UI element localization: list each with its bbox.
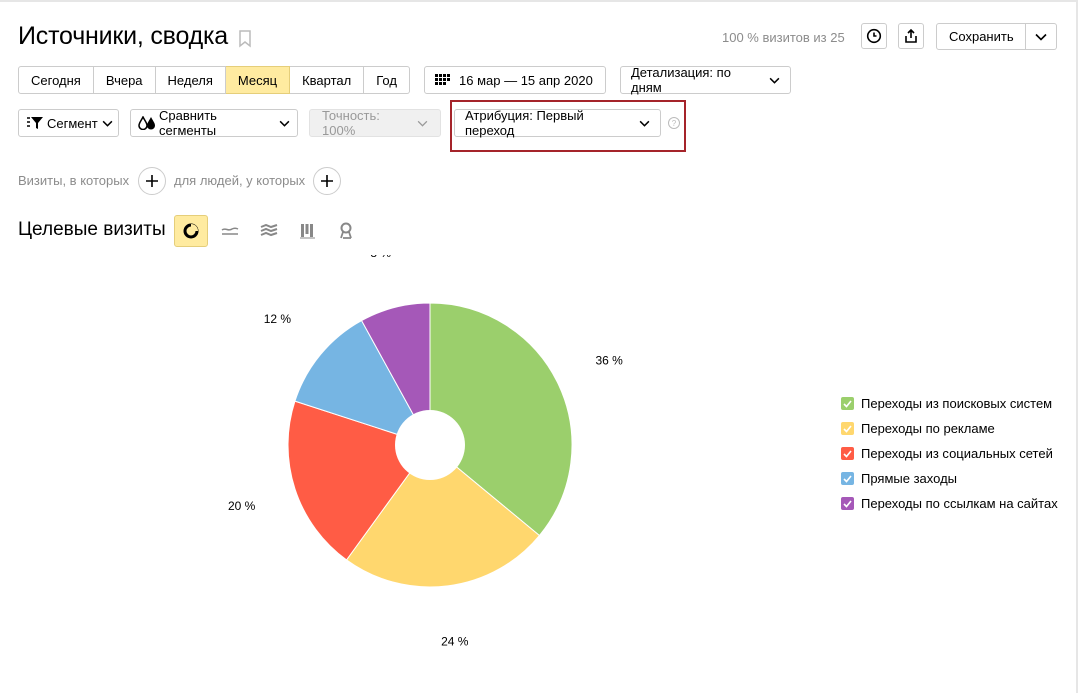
pie-chart-view-button[interactable]	[174, 215, 208, 247]
line-chart-icon	[221, 227, 239, 235]
pie-label-3: 12 %	[264, 312, 292, 326]
detail-dropdown[interactable]: Детализация: по дням	[620, 65, 791, 95]
segment-label: Сегмент	[47, 115, 98, 131]
checkbox-icon[interactable]	[841, 472, 854, 485]
checkbox-icon[interactable]	[841, 422, 854, 435]
visits-info: 100 % визитов из 25	[722, 30, 845, 45]
date-range-button[interactable]: 16 мар — 15 апр 2020	[424, 66, 606, 94]
people-filter-label: для людей, у которых	[174, 173, 306, 188]
pie-label-4: 8 %	[370, 255, 391, 260]
segment-button[interactable]: Сегмент	[18, 109, 119, 137]
legend-item-1[interactable]: Переходы по рекламе	[841, 416, 1058, 441]
drops-icon	[138, 116, 155, 130]
period-4-button[interactable]: Квартал	[290, 66, 365, 94]
period-3-button[interactable]: Месяц	[225, 66, 291, 94]
compare-segments-button[interactable]: Сравнить сегменты	[130, 108, 298, 138]
legend-item-0[interactable]: Переходы из поисковых систем	[841, 391, 1058, 416]
chevron-down-icon	[417, 120, 428, 127]
top-border	[0, 0, 1078, 2]
accuracy-label: Точность: 100%	[322, 108, 380, 138]
area-chart-view-button[interactable]	[252, 215, 286, 247]
calendar-icon	[435, 74, 450, 85]
detail-label: Детализация: по дням	[631, 65, 731, 95]
legend-label: Переходы из социальных сетей	[861, 446, 1053, 461]
legend-label: Переходы по ссылкам на сайтах	[861, 496, 1058, 511]
bar-chart-icon	[300, 224, 315, 239]
page-title: Источники, сводка	[18, 22, 229, 50]
date-range-label: 16 мар — 15 апр 2020	[459, 72, 593, 88]
share-icon	[905, 28, 917, 43]
period-selector: Сегодня Вчера Неделя Месяц Квартал Год	[18, 66, 410, 94]
map-view-button[interactable]	[330, 215, 364, 247]
chevron-down-icon	[279, 120, 290, 127]
pie-label-1: 24 %	[441, 634, 469, 648]
visits-filter-label: Визиты, в которых	[18, 173, 130, 188]
add-visits-condition-button[interactable]	[138, 167, 166, 195]
compare-segments-label: Сравнить сегменты	[159, 108, 217, 138]
period-2-button[interactable]: Неделя	[155, 66, 226, 94]
legend-item-3[interactable]: Прямые заходы	[841, 466, 1058, 491]
checkbox-icon[interactable]	[841, 447, 854, 460]
legend-item-4[interactable]: Переходы по ссылкам на сайтах	[841, 491, 1058, 516]
period-1-button[interactable]: Вчера	[93, 66, 156, 94]
map-pin-icon	[340, 222, 352, 239]
legend-item-2[interactable]: Переходы из социальных сетей	[841, 441, 1058, 466]
clock-icon	[866, 28, 882, 44]
save-group: Сохранить	[936, 23, 1057, 50]
history-button[interactable]	[861, 23, 887, 49]
bookmark-icon[interactable]	[238, 30, 252, 48]
checkbox-icon[interactable]	[841, 397, 854, 410]
plus-icon	[146, 175, 158, 187]
filter-icon	[27, 117, 43, 129]
save-button[interactable]: Сохранить	[936, 23, 1026, 50]
pie-label-0: 36 %	[595, 354, 623, 368]
add-people-condition-button[interactable]	[313, 167, 341, 195]
checkbox-icon[interactable]	[841, 497, 854, 510]
line-chart-view-button[interactable]	[213, 215, 247, 247]
attribution-highlight	[450, 100, 686, 152]
legend-label: Переходы по рекламе	[861, 421, 995, 436]
plus-icon	[321, 175, 333, 187]
period-5-button[interactable]: Год	[364, 66, 410, 94]
area-chart-icon	[260, 224, 278, 237]
pie-label-2: 20 %	[228, 499, 256, 513]
chart-legend: Переходы из поисковых систем Переходы по …	[841, 391, 1058, 516]
legend-label: Переходы из поисковых систем	[861, 396, 1053, 411]
pie-chart-icon	[183, 223, 199, 239]
legend-label: Прямые заходы	[861, 471, 958, 486]
chevron-down-icon	[1035, 33, 1047, 41]
pie-chart: 36 % 24 % 20 % 12 % 8 %	[228, 255, 623, 648]
section-title: Целевые визиты	[18, 219, 166, 240]
accuracy-dropdown: Точность: 100%	[309, 108, 441, 138]
chevron-down-icon	[769, 77, 780, 84]
save-menu-button[interactable]	[1026, 23, 1057, 50]
bar-chart-view-button[interactable]	[291, 215, 325, 247]
export-button[interactable]	[898, 23, 924, 49]
period-0-button[interactable]: Сегодня	[18, 66, 94, 94]
chevron-down-icon	[102, 120, 113, 127]
pie-center-hole	[395, 410, 465, 480]
